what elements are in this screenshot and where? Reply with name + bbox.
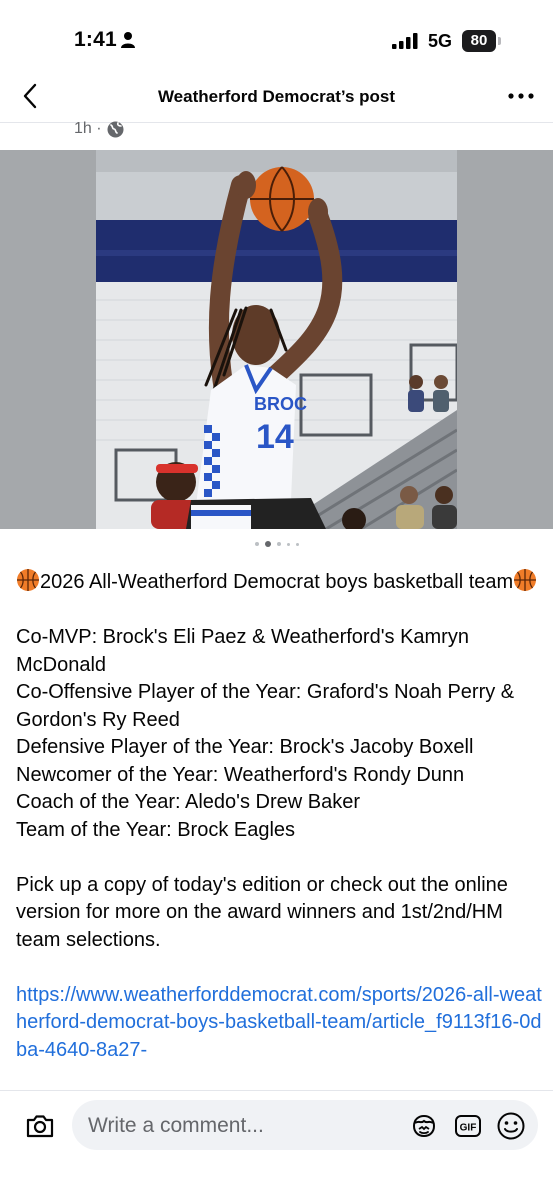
carousel-dot [295,542,299,546]
award-line: Coach of the Year: Aledo's Drew Baker [16,791,361,813]
photo-illustration: BROC 14 [96,150,457,529]
article-link[interactable]: https://www.weatherforddemocrat.com/spor… [16,982,542,1065]
post-headline: 2026 All-Weatherford Democrat boys baske… [16,568,542,597]
status-time: 1:41 [74,28,117,51]
carousel-dot [286,542,290,546]
jersey-text: BROC [254,394,307,414]
basketball-emoji-icon [514,569,537,591]
gif-label: GIF [460,1123,477,1134]
comment-bar: Write a comment... GIF [0,1090,553,1200]
carousel-dot-active [264,541,271,547]
post-time: 1h · [74,120,102,137]
award-line: Team of the Year: Brock Eagles [16,818,296,841]
battery-level: 80 [462,30,496,52]
jersey-number: 14 [256,418,294,456]
smiley-icon[interactable] [496,1111,526,1141]
camera-icon [26,1115,54,1138]
page-title: Weatherford Democrat’s post [157,87,396,106]
award-line: Defensive Player of the Year: Brock's Ja… [16,736,474,758]
award-line: Co-Offensive Player of the Year: Graford… [16,681,515,731]
headline-text: 2026 All-Weatherford Democrat boys baske… [40,571,514,593]
gif-icon: GIF [455,1115,481,1137]
comment-input[interactable]: Write a comment... GIF [72,1100,538,1150]
person-icon [121,32,135,48]
comment-placeholder: Write a comment... [88,1114,264,1137]
post-body: 2026 All-Weatherford Democrat boys baske… [16,568,542,1064]
basketball-emoji-icon [17,569,39,591]
avatar-sticker-icon[interactable] [410,1112,438,1140]
post-cta: Pick up a copy of today's edition or che… [16,873,508,951]
award-line: Newcomer of the Year: Weatherford's Rond… [16,763,465,786]
more-dots-icon [508,93,534,99]
battery-tip [498,37,501,45]
post-header: Weatherford Democrat’s post [0,72,553,122]
signal-icon [392,33,418,49]
status-bar: 1:41 5G 80 [0,0,553,80]
more-options-button[interactable] [505,82,537,110]
post-meta: 1h · [74,118,124,140]
post-photo-carousel[interactable]: BROC 14 [0,150,553,529]
carousel-dot [254,542,259,546]
network-type: 5G [428,31,453,51]
globe-icon [107,121,124,137]
camera-button[interactable] [24,1110,56,1142]
comment-divider [0,1090,553,1091]
carousel-indicator [0,541,553,547]
award-line: Co-MVP: Brock's Eli Paez & Weatherford's… [16,626,469,676]
carousel-dot [276,542,281,546]
battery-icon: 80 [462,30,502,52]
basketball-photo[interactable]: BROC 14 [96,150,457,529]
gif-button[interactable]: GIF [454,1112,482,1140]
